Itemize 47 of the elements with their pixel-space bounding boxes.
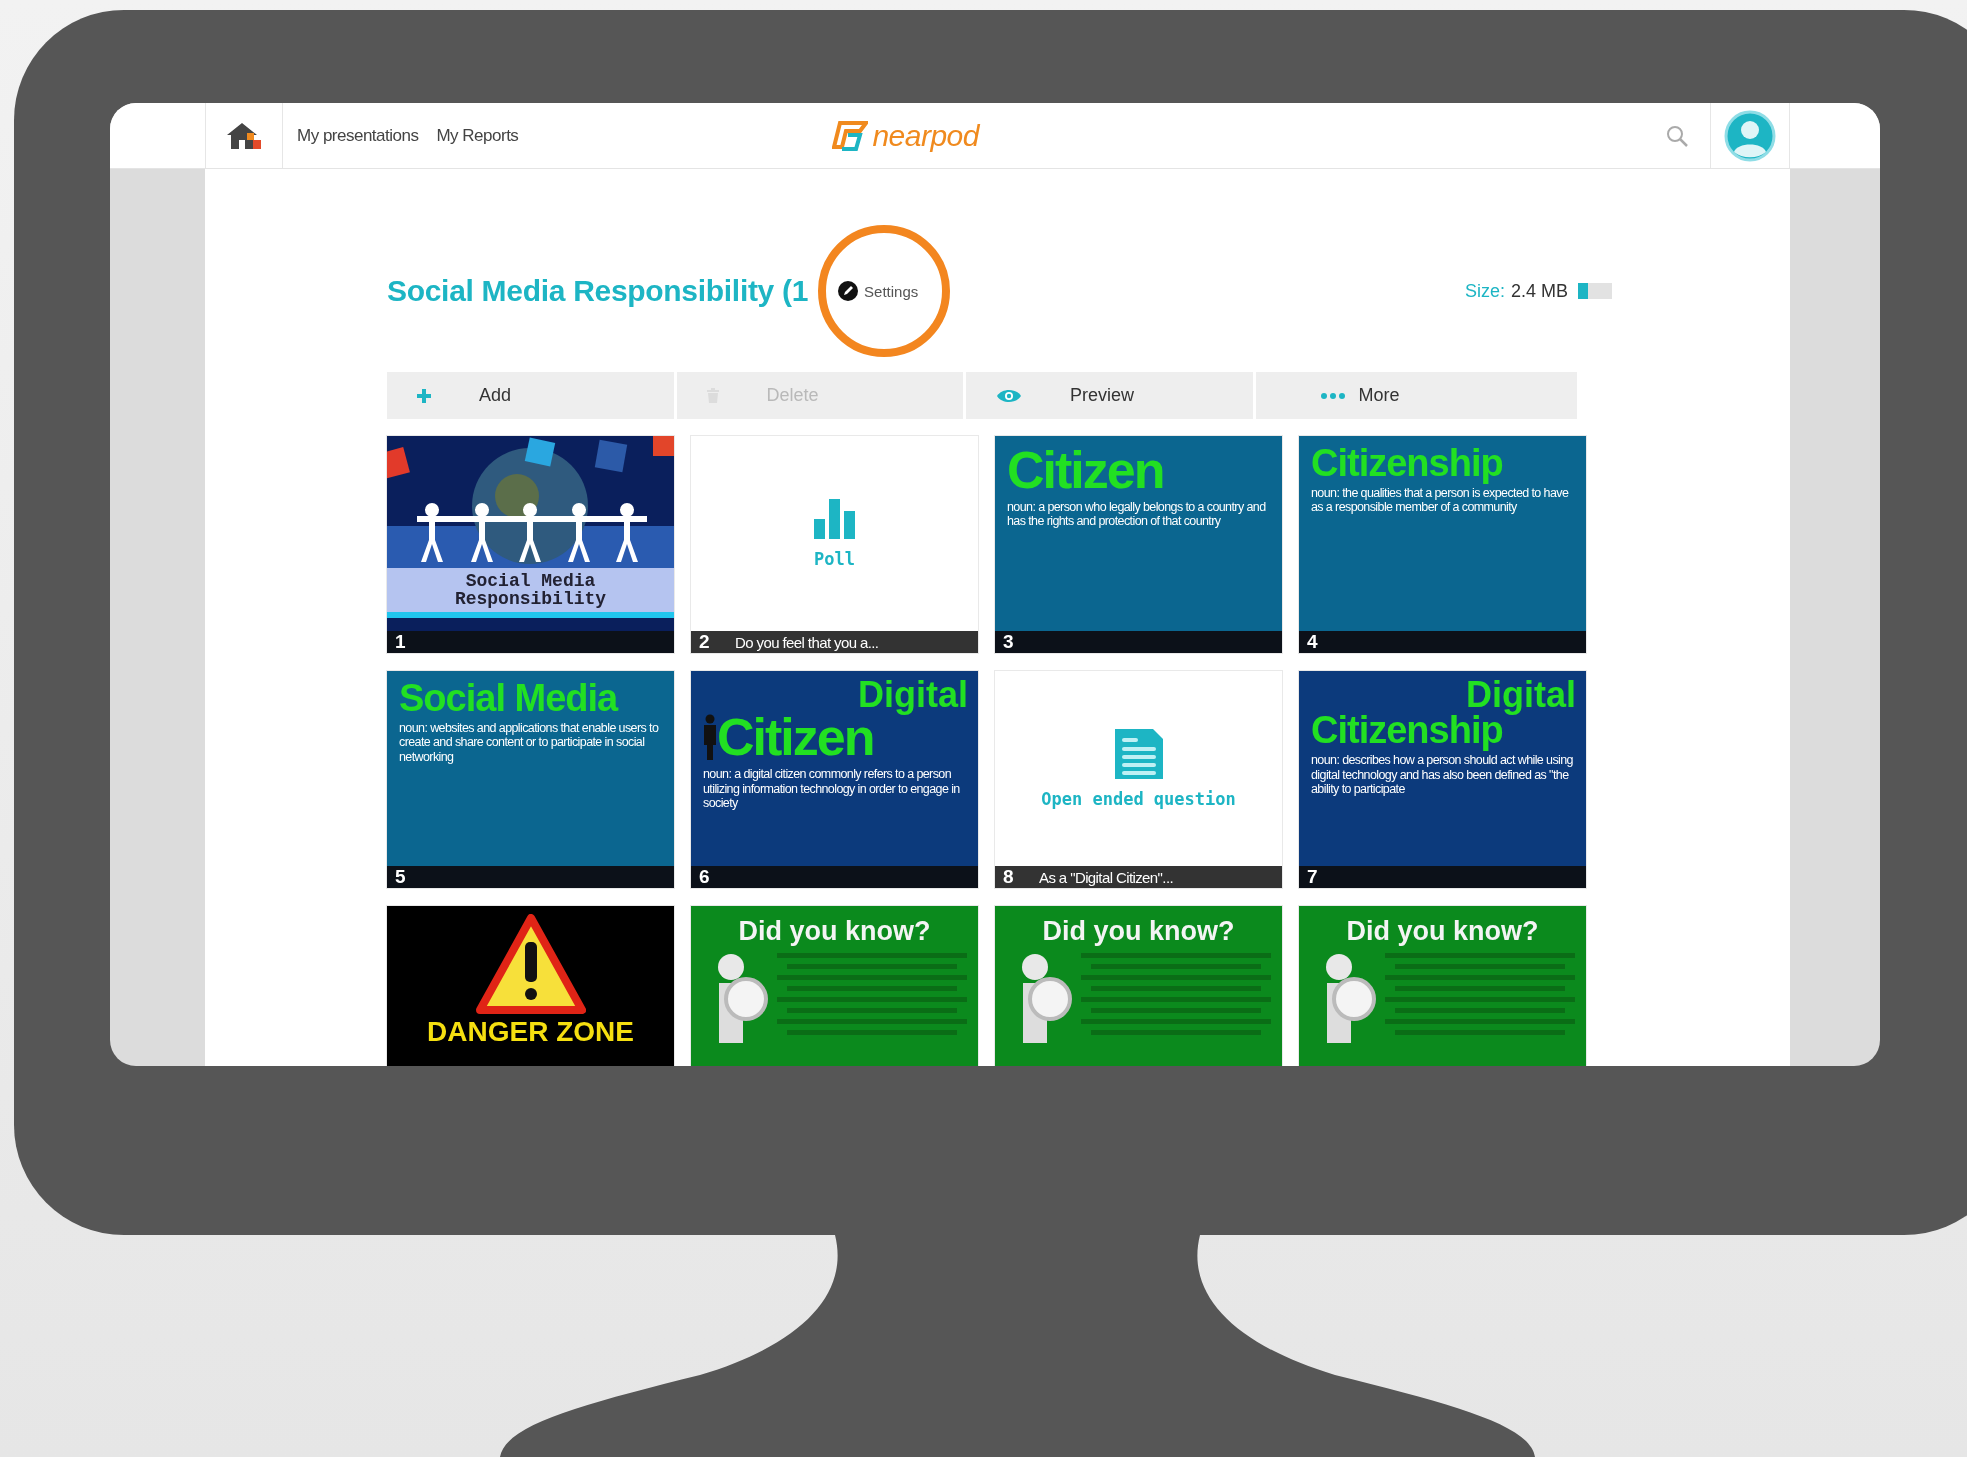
logo-text: nearpod — [872, 118, 979, 153]
slide-text: noun: a person who legally belongs to a country and has the rights and protection of that country — [1007, 500, 1267, 529]
slide-text: noun: websites and applications that enable users to create and share content or to participate in social networking — [399, 721, 660, 765]
slide-number: 7 — [1307, 866, 1319, 888]
slide-caption: As a "Digital Citizen"... — [1039, 868, 1174, 886]
slide-number: 5 — [395, 866, 407, 888]
nav-link[interactable]: My Reports — [436, 125, 519, 146]
slide-text: noun: describes how a person should act while using digital technology and has also been defined as "the ability to participate — [1311, 753, 1574, 797]
slide-number: 3 — [1003, 631, 1015, 653]
slide-number: 1 — [395, 631, 407, 653]
pencil-icon — [838, 281, 859, 301]
slide-heading: Did you know? — [737, 916, 932, 947]
slide-heading: Did you know? — [1041, 916, 1236, 947]
settings-link[interactable]: Settings — [838, 281, 919, 301]
slide-heading: Social Media — [399, 679, 618, 717]
slide-heading: Citizenship — [1311, 711, 1503, 750]
presentation-title: Social Media Responsibility (1 — [387, 274, 809, 308]
logo-icon — [832, 120, 869, 151]
slide-text: noun: a digital citizen commonly refers to a person utilizing information technology in order to engage in society — [703, 767, 961, 811]
more-icon — [1320, 392, 1345, 399]
document-icon — [1114, 728, 1163, 779]
warning-icon — [475, 914, 586, 1014]
slide-number: 8 — [1003, 866, 1015, 888]
home-icon[interactable] — [227, 122, 261, 149]
storage-meter — [1578, 283, 1612, 299]
eye-icon — [996, 387, 1022, 404]
slide-number: 2 — [699, 631, 711, 653]
slide-heading: DANGER ZONE — [427, 1016, 634, 1048]
slide-heading: Citizenship — [1311, 444, 1503, 482]
slide-heading: Citizen — [1007, 444, 1164, 496]
size-label: Size: — [1464, 280, 1505, 302]
person-figure-icon — [703, 714, 717, 761]
slide-number: 6 — [699, 866, 711, 888]
bar-chart-icon — [813, 498, 856, 539]
slide-caption: Do you feel that you a... — [735, 633, 879, 651]
slide-title: Social Media Responsibility — [453, 572, 608, 608]
plus-icon — [417, 388, 431, 403]
slide-label: Open ended question — [1041, 788, 1236, 809]
size-value: 2.4 MB — [1510, 280, 1568, 302]
search-icon[interactable] — [1666, 124, 1688, 147]
slide-number: 4 — [1307, 631, 1319, 653]
slide-text: noun: the qualities that a person is expected to have as a responsible member of a community — [1311, 486, 1570, 515]
slide-label: Poll — [814, 548, 855, 569]
nav-link[interactable]: My presentations — [297, 125, 419, 146]
slide-heading: Citizen — [717, 711, 874, 764]
slide-heading: Did you know? — [1345, 916, 1540, 947]
avatar-icon[interactable] — [1724, 109, 1776, 162]
